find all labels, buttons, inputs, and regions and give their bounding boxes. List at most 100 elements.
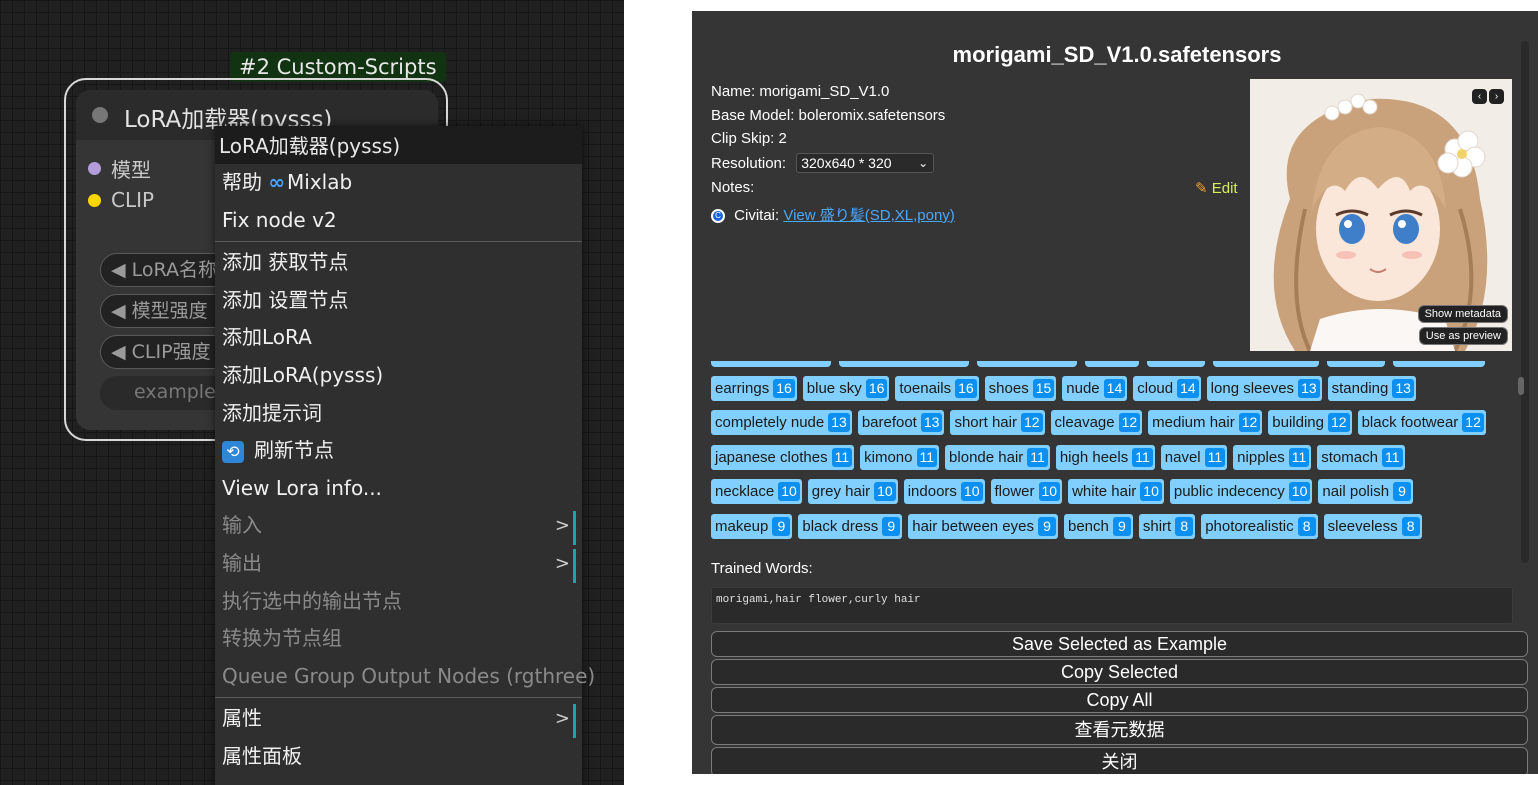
tag-chip[interactable]: navel 11 bbox=[1160, 445, 1228, 470]
menu-item-run-selected-output[interactable]: 执行选中的输出节点 bbox=[215, 583, 582, 621]
tag-chip[interactable]: standing 13 bbox=[1327, 376, 1416, 401]
tag-chip[interactable]: black footwear 12 bbox=[1357, 410, 1486, 435]
use-as-preview-button[interactable]: Use as preview bbox=[1418, 327, 1508, 345]
tag-label: nude bbox=[1066, 380, 1100, 397]
tag-chip[interactable]: blonde hair 11 bbox=[945, 445, 1050, 470]
edit-notes-button[interactable]: ✎ Edit bbox=[1195, 179, 1238, 197]
tag-chip[interactable]: high heels 11 bbox=[1055, 445, 1155, 470]
tag-chip[interactable]: blue sky 16 bbox=[802, 376, 890, 401]
tag-count-badge: 11 bbox=[1204, 448, 1226, 467]
menu-item-add-prompt[interactable]: 添加提示词 bbox=[215, 395, 582, 433]
tag-chip[interactable]: hair between eyes 9 bbox=[908, 514, 1058, 539]
tag-chip[interactable]: nail polish 9 bbox=[1318, 479, 1414, 504]
node-collapse-dot[interactable] bbox=[92, 107, 108, 123]
dialog-scrollbar-thumb[interactable] bbox=[1518, 377, 1524, 395]
tag-chip[interactable]: cloud 14 bbox=[1133, 376, 1201, 401]
save-selected-example-button[interactable]: Save Selected as Example bbox=[711, 631, 1528, 657]
tag-count-badge: 9 bbox=[1112, 517, 1131, 536]
menu-item-outputs[interactable]: 输出 > bbox=[215, 545, 582, 583]
menu-item-view-lora-info[interactable]: View Lora info... bbox=[215, 470, 582, 508]
tag-count-badge: 10 bbox=[874, 482, 896, 501]
tag-chip[interactable]: nipples 11 bbox=[1233, 445, 1312, 470]
tag-clipped bbox=[839, 361, 969, 367]
dialog-scrollbar[interactable] bbox=[1521, 41, 1529, 563]
pencil-icon: ✎ bbox=[1195, 180, 1208, 197]
close-button[interactable]: 关闭 bbox=[711, 747, 1528, 774]
tag-label: grey hair bbox=[811, 483, 871, 500]
tag-chip[interactable]: makeup 9 bbox=[711, 514, 793, 539]
mixlab-icon: ∞ bbox=[268, 170, 286, 194]
context-menu: LoRA加载器(pysss) 帮助 ∞ Mixlab Fix node v2 添加… bbox=[215, 126, 595, 785]
tag-chip[interactable]: long sleeves 13 bbox=[1206, 376, 1322, 401]
input-slot-model[interactable]: 模型 bbox=[88, 154, 151, 183]
input-slot-clip[interactable]: CLIP bbox=[88, 188, 154, 212]
menu-item-add-get-node[interactable]: 添加 获取节点 bbox=[215, 244, 582, 282]
tag-label: public indecency bbox=[1173, 483, 1285, 500]
tag-chip[interactable]: public indecency 10 bbox=[1169, 479, 1313, 504]
menu-item-queue-group-output[interactable]: Queue Group Output Nodes (rgthree) bbox=[215, 658, 595, 696]
tag-chip[interactable]: shirt 8 bbox=[1138, 514, 1196, 539]
tag-chip[interactable]: necklace 10 bbox=[711, 479, 802, 504]
tag-chip[interactable]: bench 9 bbox=[1064, 514, 1133, 539]
tag-chip[interactable]: barefoot 13 bbox=[857, 410, 945, 435]
node-graph-canvas[interactable]: #2 Custom-Scripts LoRA加载器(pysss) 模型 CLIP… bbox=[0, 0, 624, 785]
input-slot-label: CLIP bbox=[111, 188, 155, 212]
menu-item-add-lora[interactable]: 添加LoRA bbox=[215, 319, 582, 357]
prev-image-button[interactable]: ‹ bbox=[1472, 89, 1487, 104]
tag-chip[interactable]: short hair 12 bbox=[950, 410, 1045, 435]
resolution-select[interactable]: 320x640 * 320 ⌄ bbox=[796, 153, 935, 173]
clip-pin-icon[interactable] bbox=[88, 193, 101, 207]
tag-label: shoes bbox=[988, 380, 1029, 397]
tag-chip[interactable]: kimono 11 bbox=[860, 445, 940, 470]
tag-chip[interactable]: toenails 16 bbox=[895, 376, 979, 401]
chevron-down-icon: ⌄ bbox=[918, 156, 929, 170]
tag-chip[interactable]: indoors 10 bbox=[903, 479, 985, 504]
tag-chip[interactable]: black dress 9 bbox=[798, 514, 903, 539]
dialog-title: morigami_SD_V1.0.safetensors bbox=[952, 42, 1282, 67]
tag-chip[interactable]: sleeveless 8 bbox=[1323, 514, 1422, 539]
tag-chip[interactable]: shoes 15 bbox=[984, 376, 1057, 401]
tag-chip[interactable]: building 12 bbox=[1268, 410, 1352, 435]
view-metadata-button[interactable]: 查看元数据 bbox=[711, 715, 1528, 745]
civitai-link[interactable]: View 盛り髪(SD,XL,pony) bbox=[783, 207, 954, 224]
tag-count-badge: 10 bbox=[1140, 482, 1162, 501]
tag-chip[interactable]: white hair 10 bbox=[1068, 479, 1164, 504]
menu-item-convert-to-group[interactable]: 转换为节点组 bbox=[215, 620, 582, 658]
tag-label: long sleeves bbox=[1210, 380, 1295, 397]
tag-clipped bbox=[1213, 361, 1319, 367]
tag-count-badge: 14 bbox=[1177, 379, 1199, 398]
menu-item-refresh-node[interactable]: ⟲ 刷新节点 bbox=[215, 432, 582, 470]
menu-item-fix-node[interactable]: Fix node v2 bbox=[215, 202, 582, 240]
copy-all-button[interactable]: Copy All bbox=[711, 687, 1528, 713]
show-metadata-button[interactable]: Show metadata bbox=[1417, 305, 1508, 323]
copy-selected-button[interactable]: Copy Selected bbox=[711, 659, 1528, 685]
tag-chip[interactable]: nude 14 bbox=[1062, 376, 1128, 401]
tag-chip[interactable]: earrings 16 bbox=[711, 376, 797, 401]
tag-chip[interactable]: photorealistic 8 bbox=[1201, 514, 1318, 539]
tag-label: hair between eyes bbox=[912, 518, 1034, 535]
menu-item-inputs[interactable]: 输入 > bbox=[215, 507, 582, 546]
tag-label: completely nude bbox=[715, 414, 825, 431]
chevron-right-icon: > bbox=[555, 700, 577, 739]
menu-item-add-lora-pysss[interactable]: 添加LoRA(pysss) bbox=[215, 357, 582, 395]
tag-chip[interactable]: japanese clothes 11 bbox=[711, 445, 855, 470]
tag-label: nail polish bbox=[1322, 483, 1390, 500]
edit-label: Edit bbox=[1211, 180, 1238, 197]
menu-item-add-set-node[interactable]: 添加 设置节点 bbox=[215, 282, 582, 320]
tag-chip[interactable]: flower 10 bbox=[990, 479, 1063, 504]
trained-words-textarea[interactable]: morigami,hair flower,curly hair bbox=[711, 587, 1513, 624]
next-image-button[interactable]: › bbox=[1489, 89, 1504, 104]
menu-item-properties[interactable]: 属性 > bbox=[215, 700, 582, 739]
model-pin-icon[interactable] bbox=[88, 162, 101, 175]
tag-chip[interactable]: grey hair 10 bbox=[807, 479, 898, 504]
refresh-icon: ⟲ bbox=[222, 440, 244, 463]
menu-item-help[interactable]: 帮助 ∞ Mixlab bbox=[215, 164, 582, 202]
civitai-icon: C bbox=[711, 209, 725, 224]
menu-item-properties-panel[interactable]: 属性面板 bbox=[215, 738, 582, 776]
resolution-row: Resolution: 320x640 * 320 ⌄ bbox=[711, 153, 935, 173]
tag-chip[interactable]: cleavage 12 bbox=[1050, 410, 1143, 435]
tag-chip[interactable]: medium hair 12 bbox=[1148, 410, 1263, 435]
tag-chip[interactable]: completely nude 13 bbox=[711, 410, 852, 435]
tag-chip[interactable]: stomach 11 bbox=[1317, 445, 1405, 470]
tag-row: necklace 10 grey hair 10 indoors 10 flower 10 wh… bbox=[711, 479, 1414, 504]
